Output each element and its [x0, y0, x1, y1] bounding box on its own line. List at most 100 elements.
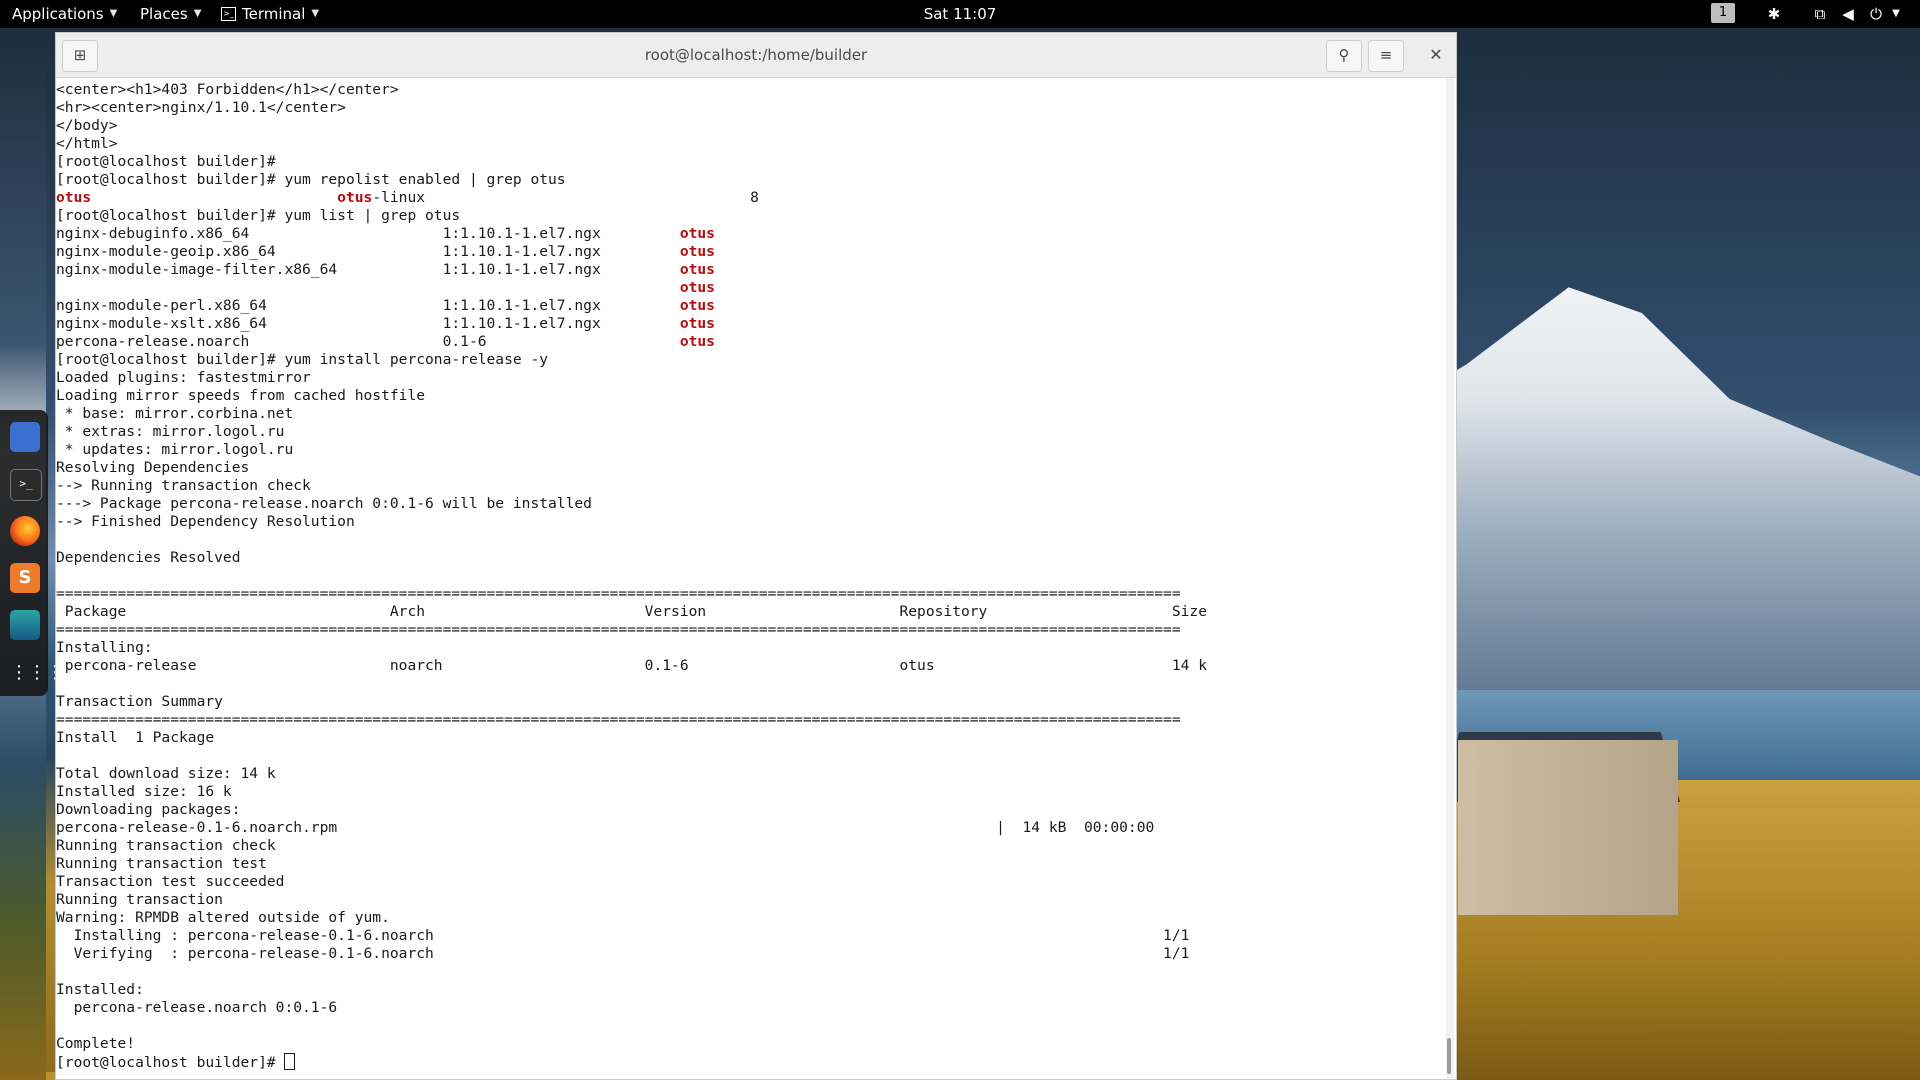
terminal-output[interactable]: <center><h1>403 Forbidden</h1></center> <… [56, 78, 1444, 1078]
terminal-text-segment: </body> [56, 117, 118, 134]
terminal-line: Install 1 Package [56, 729, 1444, 747]
terminal-text-segment: Installed: [56, 981, 144, 998]
terminal-text-segment: nginx-module-xslt.x86_64 1:1.10.1-1.el7.… [56, 315, 680, 332]
sublime-icon[interactable]: S [10, 563, 40, 593]
terminal-line: Complete! [56, 1035, 1444, 1053]
highlighted-match: otus [337, 189, 373, 206]
avatar-app-icon[interactable] [10, 610, 40, 640]
terminal-text-segment: Resolving Dependencies [56, 459, 250, 476]
top-bar: Applications ▼ Places ▼ >_ Terminal ▼ Sa… [0, 0, 1920, 28]
terminal-text-segment: -linux 8 [372, 189, 759, 206]
terminal-text-segment: </html> [56, 135, 118, 152]
terminal-line: otus [56, 279, 1444, 297]
terminal-line: <hr><center>nginx/1.10.1</center> [56, 99, 1444, 117]
terminal-text-segment: percona-release.noarch 0:0.1-6 [56, 999, 338, 1016]
terminal-text-segment: [root@localhost builder]# [56, 1054, 285, 1071]
terminal-line: Running transaction check [56, 837, 1444, 855]
terminal-line: [root@localhost builder]# [56, 1053, 1444, 1071]
terminal-line: ========================================… [56, 585, 1444, 603]
terminal-text-segment: [root@localhost builder]# yum install pe… [56, 351, 549, 368]
highlighted-match: otus [679, 297, 715, 314]
highlighted-match: otus [679, 261, 715, 278]
terminal-text-segment: Complete! [56, 1035, 136, 1052]
terminal-text-segment: ---> Package percona-release.noarch 0:0.… [56, 495, 592, 512]
power-icon[interactable]: ⏻ [1866, 4, 1886, 24]
window-title: root@localhost:/home/builder [644, 46, 868, 64]
terminal-line: Resolving Dependencies [56, 459, 1444, 477]
network-icon[interactable]: ⧉ [1810, 4, 1830, 24]
terminal-line: Transaction Summary [56, 693, 1444, 711]
terminal-text-segment: Downloading packages: [56, 801, 241, 818]
highlighted-match: otus [679, 315, 715, 332]
terminal-line: nginx-module-xslt.x86_64 1:1.10.1-1.el7.… [56, 315, 1444, 333]
terminal-text: <center><h1>403 Forbidden</h1></center> <… [56, 78, 1444, 1071]
highlighted-match: otus [56, 189, 92, 206]
terminal-line: Downloading packages: [56, 801, 1444, 819]
terminal-line: Package Arch Version Repository Size [56, 603, 1444, 621]
terminal-line: Installing : percona-release-0.1-6.noarc… [56, 927, 1444, 945]
terminal-line: Running transaction test [56, 855, 1444, 873]
terminal-text-segment: ========================================… [56, 711, 1181, 728]
terminal-text-segment: percona-release.noarch 0.1-6 [56, 333, 680, 350]
terminal-line: Installed: [56, 981, 1444, 999]
close-icon[interactable]: ✕ [1423, 40, 1449, 70]
terminal-text-segment: Dependencies Resolved [56, 549, 241, 566]
terminal-text-segment: percona-release noarch 0.1-6 otus 14 k [56, 657, 1207, 674]
clock[interactable]: Sat 11:07 [0, 0, 1920, 28]
terminal-text-segment: ========================================… [56, 621, 1181, 638]
terminal-line: </body> [56, 117, 1444, 135]
terminal-text-segment: nginx-debuginfo.x86_64 1:1.10.1-1.el7.ng… [56, 225, 680, 242]
terminal-window: ⊞ root@localhost:/home/builder ⚲ ≡ ✕ <ce… [55, 32, 1457, 1080]
terminal-line: * base: mirror.corbina.net [56, 405, 1444, 423]
terminal-text-segment: Installed size: 16 k [56, 783, 232, 800]
text-editor-icon[interactable] [10, 422, 40, 452]
terminal-text-segment: [root@localhost builder]# yum repolist e… [56, 171, 566, 188]
terminal-line: nginx-module-image-filter.x86_64 1:1.10.… [56, 261, 1444, 279]
terminal-text-segment: --> Finished Dependency Resolution [56, 513, 355, 530]
firefox-icon[interactable] [10, 516, 40, 546]
terminal-line: percona-release noarch 0.1-6 otus 14 k [56, 657, 1444, 675]
terminal-line: * updates: mirror.logol.ru [56, 441, 1444, 459]
highlighted-match: otus [679, 333, 715, 350]
scrollbar-thumb[interactable] [1447, 1038, 1451, 1074]
highlighted-match: otus [679, 279, 715, 296]
terminal-line: ========================================… [56, 621, 1444, 639]
terminal-icon[interactable]: >_ [10, 469, 42, 501]
terminal-text-segment: ========================================… [56, 585, 1181, 602]
app-grid-icon[interactable]: ⋮⋮⋮ [10, 658, 64, 688]
title-bar[interactable]: ⊞ root@localhost:/home/builder ⚲ ≡ ✕ [56, 33, 1456, 78]
search-icon[interactable]: ⚲ [1326, 40, 1362, 72]
terminal-line: Total download size: 14 k [56, 765, 1444, 783]
terminal-line: [root@localhost builder]# yum install pe… [56, 351, 1444, 369]
terminal-text-segment: <hr><center>nginx/1.10.1</center> [56, 99, 346, 116]
terminal-text-segment: <center><h1>403 Forbidden</h1></center> [56, 81, 399, 98]
chevron-down-icon[interactable]: ▼ [1886, 4, 1906, 24]
workspace-indicator[interactable]: 1 [1711, 3, 1735, 23]
terminal-text-segment: * base: mirror.corbina.net [56, 405, 294, 422]
terminal-text-segment: Running transaction [56, 891, 223, 908]
terminal-text-segment: Transaction test succeeded [56, 873, 285, 890]
terminal-text-segment: Installing: [56, 639, 153, 656]
cursor [284, 1053, 296, 1070]
terminal-line: --> Finished Dependency Resolution [56, 513, 1444, 531]
terminal-line: </html> [56, 135, 1444, 153]
scrollbar[interactable] [1446, 78, 1454, 1078]
terminal-text-segment: [root@localhost builder]# yum list | gre… [56, 207, 461, 224]
accessibility-icon[interactable]: ✱ [1764, 4, 1784, 24]
terminal-text-segment: nginx-module-geoip.x86_64 1:1.10.1-1.el7… [56, 243, 680, 260]
menu-icon[interactable]: ≡ [1368, 40, 1404, 72]
highlighted-match: otus [679, 243, 715, 260]
volume-icon[interactable]: ◀ [1838, 4, 1858, 24]
terminal-text-segment: --> Running transaction check [56, 477, 311, 494]
terminal-line: ========================================… [56, 711, 1444, 729]
terminal-text-segment: Loading mirror speeds from cached hostfi… [56, 387, 426, 404]
terminal-line: Dependencies Resolved [56, 549, 1444, 567]
terminal-line: ---> Package percona-release.noarch 0:0.… [56, 495, 1444, 513]
terminal-line: nginx-module-geoip.x86_64 1:1.10.1-1.el7… [56, 243, 1444, 261]
terminal-line: otus otus-linux 8 [56, 189, 1444, 207]
